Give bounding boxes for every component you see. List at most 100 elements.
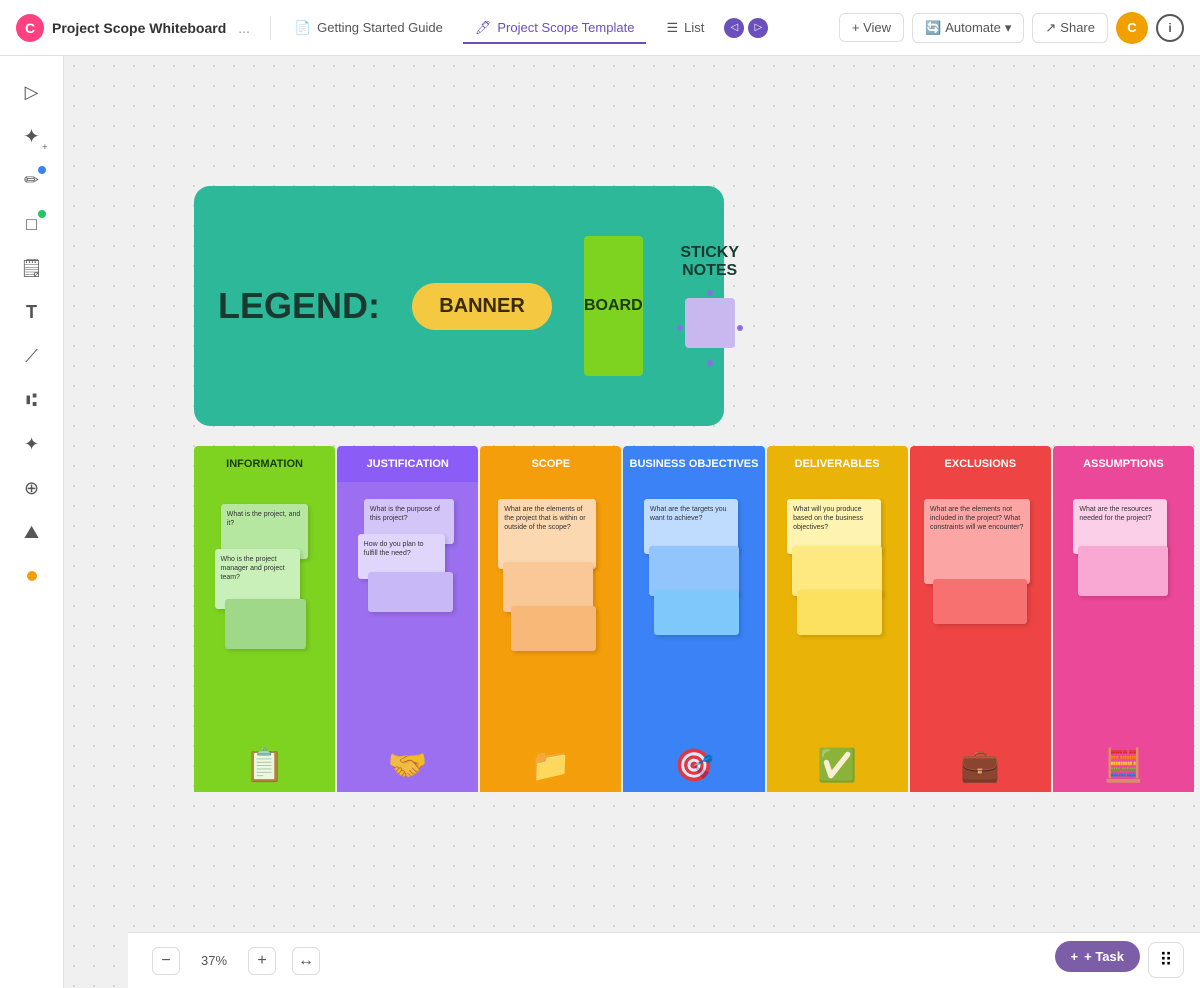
- sticky-scope-1[interactable]: What are the elements of the project tha…: [498, 499, 596, 569]
- sticky-excl-2[interactable]: [933, 579, 1027, 624]
- canvas-area[interactable]: LEGEND: BANNER BOARD STICKYNOTES INFORMA…: [64, 56, 1200, 988]
- doc-icon: 📄: [295, 20, 311, 36]
- legend-sticky-demo: [675, 288, 745, 368]
- sticky-del-2[interactable]: [792, 546, 882, 596]
- business-objectives-icon: 🎯: [674, 746, 714, 784]
- sticky-stack-exclusions: What are the elements not included in th…: [918, 494, 1043, 694]
- col-header-scope: SCOPE: [480, 446, 621, 482]
- legend-sticky-section: STICKYNOTES: [675, 244, 745, 368]
- columns-body: What is the project, and it? Who is the …: [194, 482, 1194, 792]
- sticky-biz-3[interactable]: [654, 590, 739, 635]
- sidebar-item-sticky[interactable]: 🗒: [12, 248, 52, 288]
- zoom-level-display: 37%: [196, 953, 232, 968]
- col-header-business-objectives: BUSINESS OBJECTIVES: [623, 446, 764, 482]
- apps-grid-icon: ⠿: [1159, 950, 1172, 971]
- legend-sticky-note: [685, 298, 735, 348]
- share-button[interactable]: ↗ Share: [1032, 13, 1108, 43]
- legend-sticky-label: STICKYNOTES: [680, 244, 739, 280]
- cursor-icon: ▷: [25, 82, 39, 103]
- automate-chevron-icon: ▾: [1005, 20, 1012, 36]
- sticky-stack-justification: What is the purpose of this project? How…: [345, 494, 470, 694]
- task-button[interactable]: + + Task: [1055, 941, 1140, 972]
- nav-next-icon[interactable]: ▷: [748, 18, 768, 38]
- col-deliverables: What will you produce based on the busin…: [767, 482, 908, 792]
- apps-button[interactable]: ⠿: [1148, 942, 1184, 978]
- globe-icon: ⊕: [24, 478, 39, 499]
- justification-icon: 🤝: [388, 746, 428, 784]
- sticky-del-3[interactable]: [797, 590, 882, 635]
- pen-icon: ✏: [24, 170, 39, 191]
- legend-title: LEGEND:: [218, 285, 380, 327]
- tab-getting-started[interactable]: 📄 Getting Started Guide: [283, 12, 455, 44]
- nav-arrow-group: ◁ ▷: [724, 18, 768, 38]
- sticky-stack-deliverables: What will you produce based on the busin…: [775, 494, 900, 694]
- zoom-out-button[interactable]: −: [152, 947, 180, 975]
- sticky-just-3[interactable]: [368, 572, 453, 612]
- sidebar-item-share-screen[interactable]: ⑆: [12, 380, 52, 420]
- tab-list[interactable]: ☰ List: [654, 12, 716, 44]
- sticky-stack-assumptions: What are the resources needed for the pr…: [1061, 494, 1186, 694]
- shape-icon: □: [26, 214, 37, 235]
- legend-box: LEGEND: BANNER BOARD STICKYNOTES: [194, 186, 724, 426]
- app-title: Project Scope Whiteboard: [52, 20, 226, 36]
- zoom-in-button[interactable]: +: [248, 947, 276, 975]
- sticky-icon: 🗒: [20, 258, 43, 279]
- magic-icon: ✦: [23, 124, 40, 149]
- share-label: Share: [1060, 20, 1095, 35]
- sidebar-item-globe[interactable]: ⊕: [12, 468, 52, 508]
- col-header-deliverables: DELIVERABLES: [767, 446, 908, 482]
- sidebar-item-pen[interactable]: ✏: [12, 160, 52, 200]
- task-label: + Task: [1084, 949, 1124, 964]
- sidebar-item-magic[interactable]: ✦ +: [12, 116, 52, 156]
- sticky-biz-2[interactable]: [649, 546, 739, 596]
- tab-getting-started-label: Getting Started Guide: [317, 20, 443, 35]
- sidebar-item-cursor[interactable]: ▷: [12, 72, 52, 112]
- sidebar-item-extra[interactable]: [12, 556, 52, 596]
- col-header-exclusions: EXCLUSIONS: [910, 446, 1051, 482]
- list-icon: ☰: [666, 20, 678, 36]
- left-sidebar: ▷ ✦ + ✏ □ 🗒 T ⟋ ⑆ ✦ ⊕ ⛰: [0, 56, 64, 988]
- assumptions-icon: 🧮: [1103, 746, 1143, 784]
- sticky-excl-1[interactable]: What are the elements not included in th…: [924, 499, 1030, 584]
- image-icon: ⛰: [24, 522, 39, 543]
- deliverables-icon: ✅: [817, 746, 857, 784]
- info-button[interactable]: i: [1156, 14, 1184, 42]
- header-actions: + View 🔄 Automate ▾ ↗ Share C i: [839, 12, 1184, 44]
- automate-button[interactable]: 🔄 Automate ▾: [912, 13, 1024, 43]
- connectors-icon: ⟋: [25, 346, 38, 367]
- col-exclusions: What are the elements not included in th…: [910, 482, 1051, 792]
- sidebar-item-shape[interactable]: □: [12, 204, 52, 244]
- task-plus-icon: +: [1071, 949, 1079, 964]
- title-dots: ...: [238, 20, 250, 36]
- sticky-stack-information: What is the project, and it? Who is the …: [202, 494, 327, 694]
- header: C Project Scope Whiteboard ... 📄 Getting…: [0, 0, 1200, 56]
- share-icon: ↗: [1045, 20, 1056, 36]
- sticky-assump-2[interactable]: [1078, 546, 1168, 596]
- extra-dot: [27, 571, 37, 581]
- sidebar-item-sparkle[interactable]: ✦: [12, 424, 52, 464]
- col-business-objectives: What are the targets you want to achieve…: [623, 482, 764, 792]
- col-header-information: INFORMATION: [194, 446, 335, 482]
- sparkle-icon: ✦: [24, 434, 39, 455]
- sidebar-item-connectors[interactable]: ⟋: [12, 336, 52, 376]
- col-assumptions: What are the resources needed for the pr…: [1053, 482, 1194, 792]
- sidebar-item-image[interactable]: ⛰: [12, 512, 52, 552]
- nav-prev-icon[interactable]: ◁: [724, 18, 744, 38]
- sticky-scope-2[interactable]: [503, 562, 593, 612]
- share-screen-icon: ⑆: [26, 390, 37, 411]
- sticky-info-3[interactable]: [225, 599, 306, 649]
- sticky-scope-3[interactable]: [511, 606, 596, 651]
- sticky-stack-biz-obj: What are the targets you want to achieve…: [631, 494, 756, 694]
- tab-project-scope-template[interactable]: 🖊 Project Scope Template: [463, 12, 647, 44]
- tab-list-label: List: [684, 20, 704, 35]
- automate-label: Automate: [945, 20, 1001, 35]
- column-headers: INFORMATION JUSTIFICATION SCOPE BUSINESS…: [194, 446, 1194, 482]
- sticky-stack-scope: What are the elements of the project tha…: [488, 494, 613, 694]
- view-button[interactable]: + View: [839, 13, 904, 42]
- header-divider-1: [270, 16, 271, 40]
- sidebar-item-text[interactable]: T: [12, 292, 52, 332]
- tab-project-scope-label: Project Scope Template: [497, 20, 634, 35]
- fit-button[interactable]: ↔: [292, 947, 320, 975]
- avatar: C: [1116, 12, 1148, 44]
- information-icon: 📋: [245, 746, 285, 784]
